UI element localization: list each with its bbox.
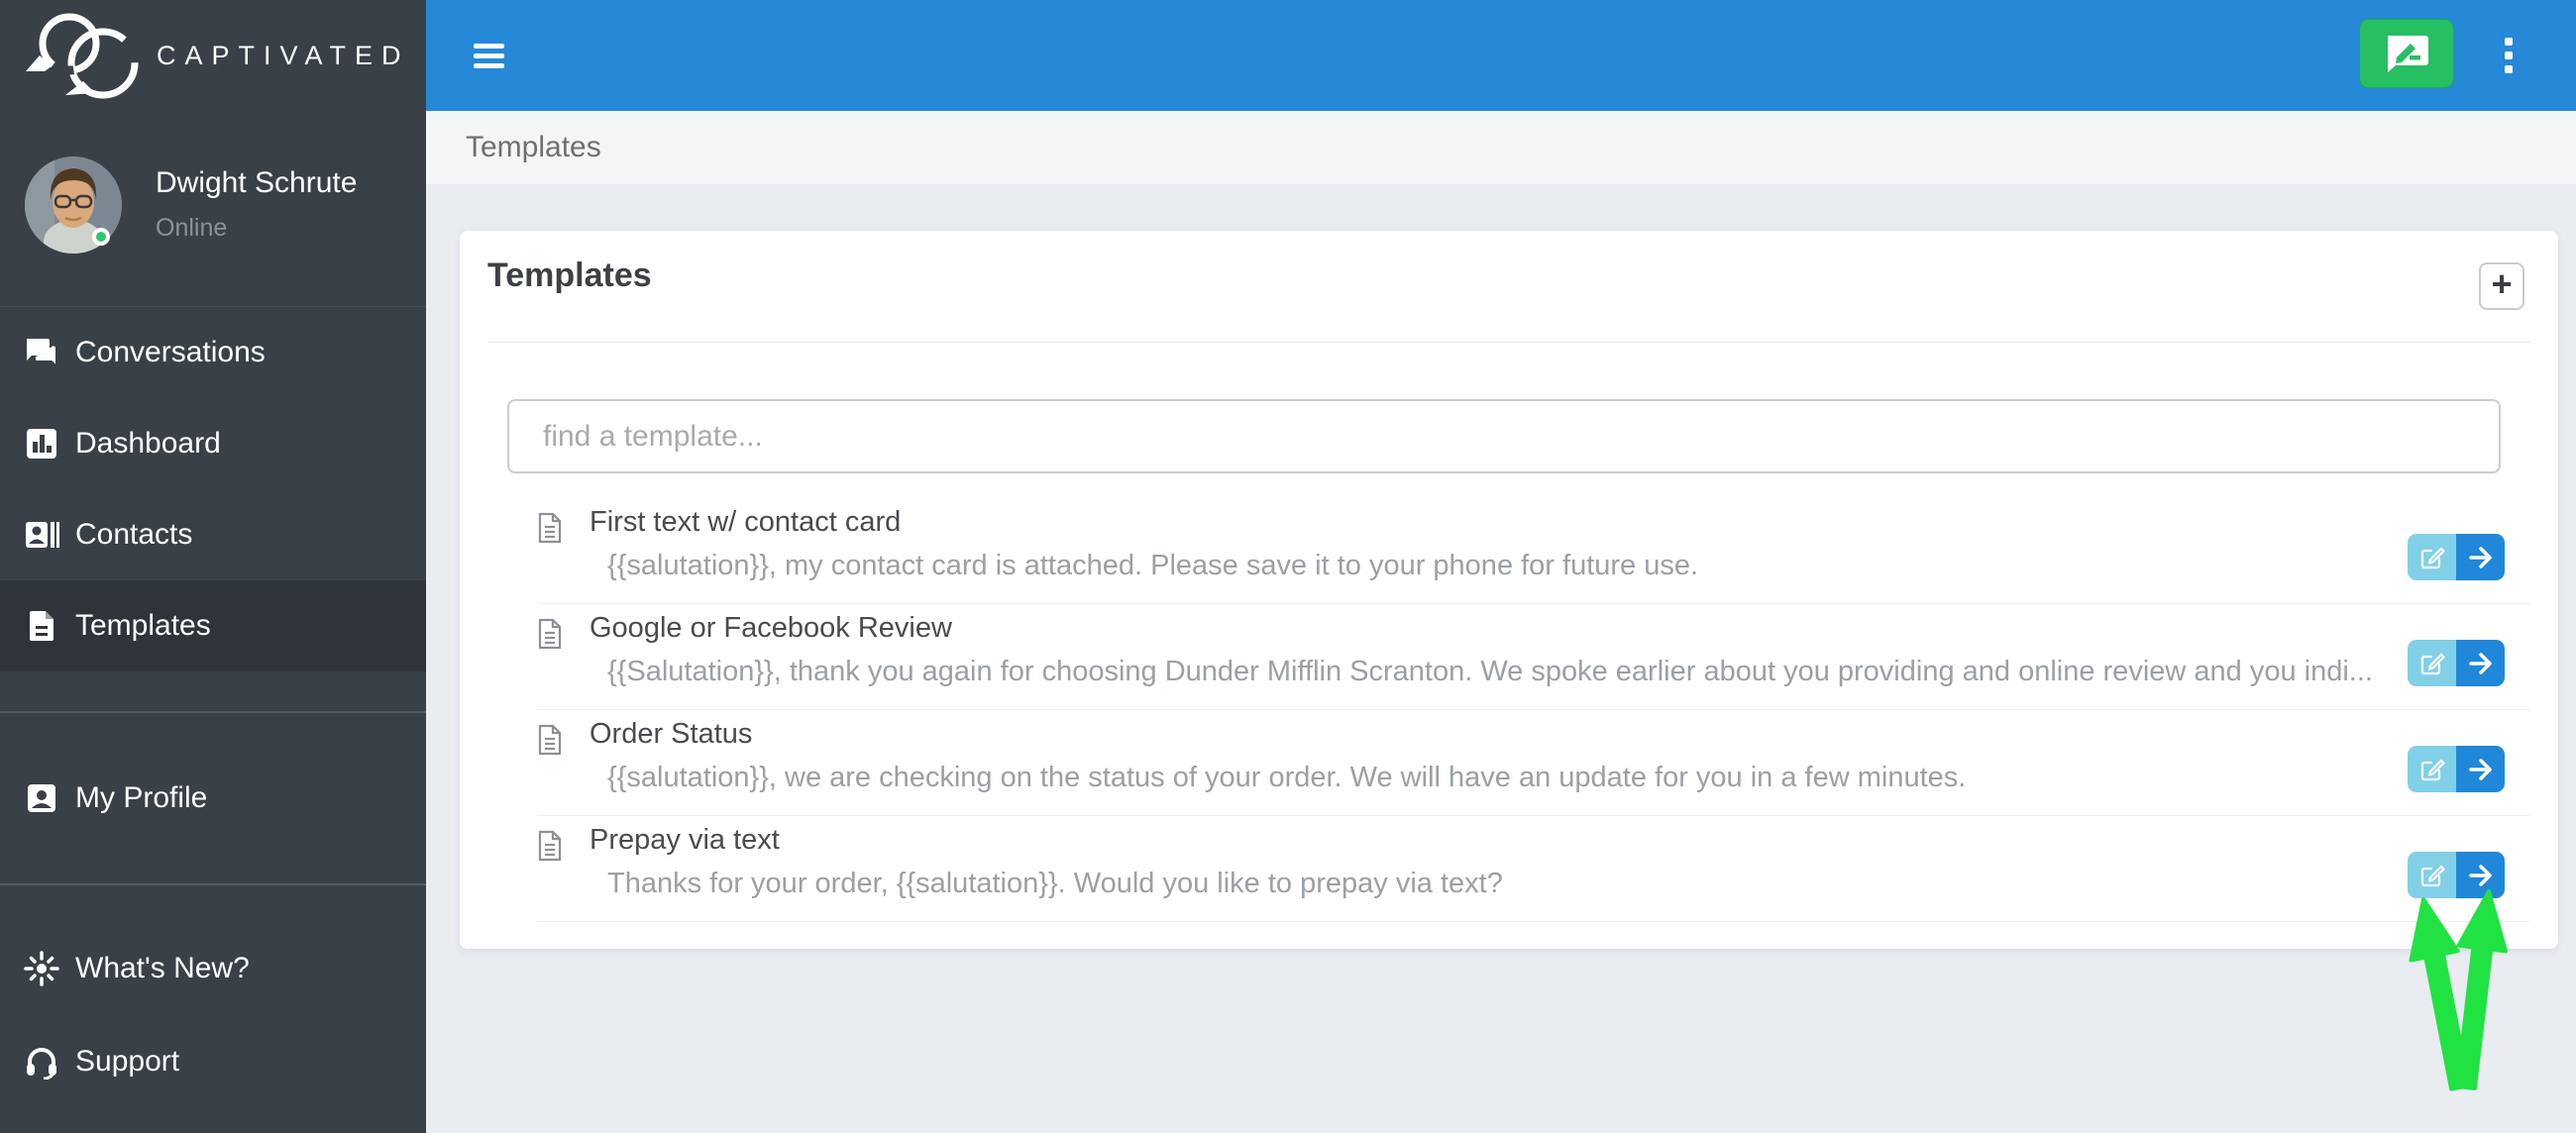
user-status: Online	[156, 214, 228, 242]
template-row: Prepay via text Thanks for your order, {…	[460, 816, 2558, 922]
brand-name: CAPTIVATED	[157, 40, 410, 70]
whats-new-icon	[24, 951, 59, 986]
contacts-icon	[24, 517, 59, 553]
sidebar-item-dashboard[interactable]: Dashboard	[0, 398, 426, 489]
document-icon	[538, 618, 562, 650]
hamburger-icon	[474, 43, 504, 49]
template-actions	[2408, 640, 2505, 686]
profile-icon	[24, 780, 59, 816]
templates-card: Templates + First text w/ contact card {…	[460, 231, 2558, 949]
document-icon	[538, 724, 562, 756]
dashboard-icon	[24, 426, 59, 462]
kebab-menu-icon	[2505, 38, 2513, 46]
edit-template-button[interactable]	[2408, 746, 2456, 792]
template-actions	[2408, 534, 2505, 580]
sidebar-item-my-profile[interactable]: My Profile	[0, 753, 426, 844]
template-title: Google or Facebook Review	[590, 612, 952, 644]
sidebar-item-templates[interactable]: Templates	[0, 580, 426, 671]
add-template-button[interactable]: +	[2479, 262, 2524, 310]
support-icon	[24, 1044, 59, 1080]
templates-icon	[24, 608, 59, 644]
sidebar-item-label: Templates	[75, 609, 211, 642]
template-actions	[2408, 746, 2505, 792]
template-title: First text w/ contact card	[590, 506, 902, 538]
edit-template-button[interactable]	[2408, 640, 2456, 686]
menu-toggle-button[interactable]	[474, 28, 529, 83]
breadcrumb-bar: Templates	[426, 111, 2576, 184]
document-icon	[538, 830, 562, 862]
arrow-right-icon	[2468, 546, 2492, 568]
template-description: {{salutation}}, we are checking on the s…	[607, 762, 1967, 793]
sidebar-item-label: My Profile	[75, 781, 208, 814]
template-list: First text w/ contact card {{salutation}…	[460, 498, 2558, 922]
template-description: {{salutation}}, my contact card is attac…	[607, 550, 1699, 581]
sidebar-item-label: Support	[75, 1045, 180, 1078]
template-row: Order Status {{salutation}}, we are chec…	[460, 710, 2558, 816]
edit-template-button[interactable]	[2408, 534, 2456, 580]
captivated-logo-icon	[26, 12, 140, 100]
new-message-button[interactable]	[2359, 19, 2454, 88]
user-profile[interactable]: Dwight Schrute Online	[0, 139, 426, 267]
sidebar-item-label: What's New?	[75, 952, 250, 984]
sidebar-item-contacts[interactable]: Contacts	[0, 489, 426, 580]
send-template-button[interactable]	[2456, 746, 2505, 792]
template-description: Thanks for your order, {{salutation}}. W…	[607, 868, 1503, 899]
brand-logo[interactable]: CAPTIVATED	[0, 0, 426, 111]
plus-icon: +	[2491, 263, 2513, 304]
sidebar-item-support[interactable]: Support	[0, 1016, 426, 1107]
conversations-icon	[24, 335, 59, 370]
edit-icon	[2420, 653, 2445, 674]
card-header-divider	[487, 342, 2530, 343]
sidebar-item-label: Conversations	[75, 336, 266, 368]
template-actions	[2408, 852, 2505, 898]
template-description: {{Salutation}}, thank you again for choo…	[607, 656, 2373, 687]
content-area: Templates + First text w/ contact card {…	[426, 184, 2576, 1133]
edit-icon	[2420, 865, 2445, 886]
sidebar-nav: Conversations Dashboard Contacts Templat…	[0, 306, 426, 671]
overflow-menu-button[interactable]	[2487, 28, 2530, 83]
app-root: CAPTIVATED Dwight Schrute Online Convers…	[0, 0, 2576, 1133]
page-title: Templates	[487, 257, 652, 294]
arrow-right-icon	[2468, 864, 2492, 886]
template-title: Prepay via text	[590, 824, 780, 856]
row-separator	[537, 921, 2530, 922]
sidebar: CAPTIVATED Dwight Schrute Online Convers…	[0, 0, 426, 1133]
breadcrumb: Templates	[466, 131, 601, 163]
arrow-right-icon	[2468, 758, 2492, 780]
top-bar	[426, 0, 2576, 111]
template-search-input[interactable]	[507, 399, 2501, 473]
edit-icon	[2420, 547, 2445, 568]
arrow-right-icon	[2468, 652, 2492, 674]
sidebar-item-whats-new[interactable]: What's New?	[0, 923, 426, 1014]
send-template-button[interactable]	[2456, 534, 2505, 580]
send-template-button[interactable]	[2456, 852, 2505, 898]
send-template-button[interactable]	[2456, 640, 2505, 686]
edit-icon	[2420, 759, 2445, 780]
compose-message-icon	[2388, 36, 2428, 72]
template-row: First text w/ contact card {{salutation}…	[460, 498, 2558, 604]
document-icon	[538, 512, 562, 544]
sidebar-divider	[0, 711, 426, 713]
edit-template-button[interactable]	[2408, 852, 2456, 898]
sidebar-item-label: Dashboard	[75, 427, 221, 460]
main-area: Templates Templates + First	[426, 0, 2576, 1133]
template-row: Google or Facebook Review {{Salutation}}…	[460, 604, 2558, 710]
template-title: Order Status	[590, 718, 753, 750]
user-name: Dwight Schrute	[156, 166, 358, 199]
sidebar-item-conversations[interactable]: Conversations	[0, 307, 426, 398]
online-status-dot	[92, 228, 110, 246]
sidebar-divider	[0, 883, 426, 885]
sidebar-item-label: Contacts	[75, 518, 193, 551]
